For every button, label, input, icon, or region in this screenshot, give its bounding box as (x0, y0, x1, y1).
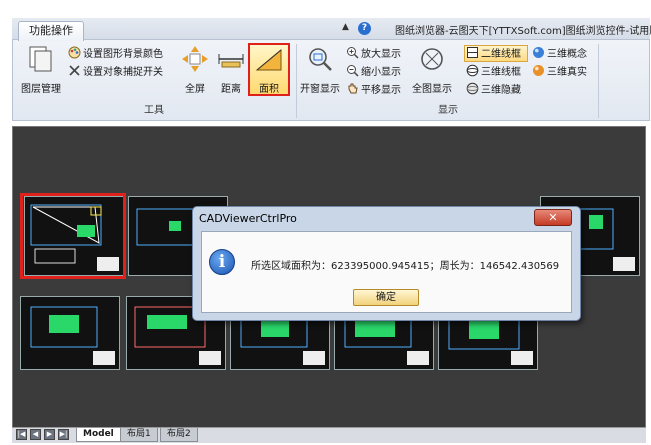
prev-layout-icon[interactable]: ◀ (30, 429, 41, 440)
full-display-label: 全图显示 (412, 84, 452, 95)
layout-tab-layout2[interactable]: 布局2 (160, 428, 198, 442)
help-icon[interactable]: ? (358, 22, 371, 35)
collapse-ribbon-icon[interactable]: ▲ (342, 22, 349, 32)
distance-label: 距离 (221, 84, 241, 95)
area-button[interactable]: 面积 (250, 44, 288, 95)
group-separator-end (598, 44, 599, 118)
group-separator (296, 44, 297, 118)
set-snap-button[interactable]: 设置对象捕捉开关 (68, 64, 163, 80)
display-group-label: 显示 (438, 105, 458, 116)
info-icon: i (209, 249, 235, 275)
layers-icon (29, 46, 52, 72)
set-bg-color-label: 设置图形背景颜色 (83, 49, 163, 60)
snap-cross-icon (69, 65, 80, 76)
blue-sphere-icon (533, 47, 544, 58)
wireframe-3d-button[interactable]: 三维线框 (466, 64, 521, 80)
pan-button[interactable]: 平移显示 (346, 82, 401, 98)
layer-manager-button[interactable]: 图层管理 (18, 44, 64, 95)
tools-group-label: 工具 (144, 105, 164, 116)
realistic-3d-label: 三维真实 (547, 67, 587, 78)
fullscreen-icon (182, 46, 208, 72)
dialog-title: CADViewerCtrlPro (199, 212, 297, 225)
first-layout-icon[interactable]: |◀ (16, 429, 27, 440)
wireframe-2d-label: 二维线框 (481, 49, 521, 60)
layout-tab-model[interactable]: Model (76, 428, 121, 442)
zoom-out-button[interactable]: 缩小显示 (346, 64, 401, 80)
zoom-in-button[interactable]: 放大显示 (346, 46, 401, 62)
wireframe-3d-label: 三维线框 (481, 67, 521, 78)
layer-manager-label: 图层管理 (21, 84, 61, 95)
orange-sphere-icon (533, 65, 544, 76)
zoom-out-label: 缩小显示 (361, 67, 401, 78)
zoom-in-icon (347, 47, 359, 59)
window-title: 图纸浏览器-云图天下[YTTXSoft.com]图纸浏览控件-试用版 (395, 26, 651, 37)
zoom-in-label: 放大显示 (361, 49, 401, 60)
pan-hand-icon (348, 83, 358, 94)
concept-3d-button[interactable]: 三维概念 (532, 46, 587, 62)
app-window: 功能操作 ▲ ? 图纸浏览器-云图天下[YTTXSoft.com]图纸浏览控件-… (0, 0, 651, 445)
pan-label: 平移显示 (361, 85, 401, 96)
fullscreen-label: 全屏 (185, 84, 205, 95)
layout-tab-layout1[interactable]: 布局1 (120, 428, 158, 442)
hidden-3d-label: 三维隐藏 (481, 85, 521, 96)
drawing-sheet-preview (30, 306, 115, 365)
zoom-extents-icon (421, 48, 443, 70)
ok-button[interactable]: 确定 (353, 289, 419, 306)
ruler-icon (218, 54, 244, 68)
magnifier-window-icon (309, 48, 332, 71)
window-display-label: 开窗显示 (300, 84, 340, 95)
window-display-button[interactable]: 开窗显示 (298, 44, 342, 95)
full-display-button[interactable]: 全图显示 (410, 44, 454, 95)
set-snap-label: 设置对象捕捉开关 (83, 67, 163, 78)
selected-area-outline (20, 193, 126, 279)
fullscreen-button[interactable]: 全屏 (178, 44, 212, 95)
dialog-message: 所选区域面积为：623395000.945415；周长为：146542.4305… (251, 261, 560, 272)
wireframe-3d-icon (466, 64, 479, 77)
area-triangle-icon (255, 48, 282, 71)
tab-function-ops[interactable]: 功能操作 (18, 21, 84, 41)
last-layout-icon[interactable]: ▶| (58, 429, 69, 440)
wireframe-2d-icon (467, 47, 478, 58)
zoom-out-icon (347, 65, 359, 77)
palette-icon (68, 46, 81, 59)
drawing-sheet-thumbnail[interactable] (20, 296, 120, 370)
dialog-close-button[interactable]: ✕ (534, 209, 572, 226)
hidden-3d-button[interactable]: 三维隐藏 (466, 82, 521, 98)
realistic-3d-button[interactable]: 三维真实 (532, 64, 587, 80)
hidden-3d-icon (466, 82, 479, 95)
wireframe-2d-button[interactable]: 二维线框 (466, 46, 521, 62)
set-bg-color-button[interactable]: 设置图形背景颜色 (68, 46, 163, 62)
concept-3d-label: 三维概念 (547, 49, 587, 60)
next-layout-icon[interactable]: ▶ (44, 429, 55, 440)
area-label: 面积 (259, 84, 279, 95)
distance-button[interactable]: 距离 (214, 44, 248, 95)
message-dialog: CADViewerCtrlPro ✕ i 所选区域面积为：623395000.9… (192, 206, 581, 321)
